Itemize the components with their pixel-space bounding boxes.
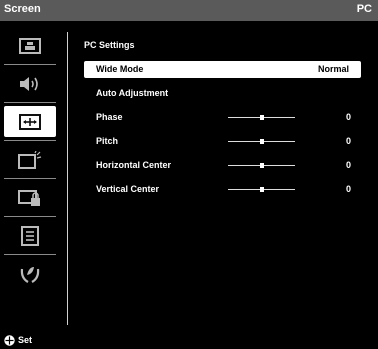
option-label: Horizontal Center (96, 160, 172, 170)
slider-value: 0 (345, 160, 351, 170)
dpad-icon (4, 334, 15, 346)
sidebar-divider (4, 140, 56, 141)
sidebar-item-setup[interactable] (4, 144, 56, 175)
sound-icon (20, 76, 38, 91)
slider-handle[interactable] (260, 163, 264, 168)
setup-icon (18, 150, 42, 169)
sidebar-item-support[interactable] (4, 258, 56, 289)
option-label: Phase (96, 112, 123, 122)
vertical-center-slider[interactable]: Vertical Center 0 (84, 181, 361, 198)
slider-handle[interactable] (260, 139, 264, 144)
option-label: Pitch (96, 136, 119, 146)
divider-line (67, 32, 68, 325)
slider-value: 0 (345, 136, 351, 146)
auto-adjustment-option[interactable]: Auto Adjustment (84, 85, 361, 102)
lock-icon (18, 189, 40, 206)
option-label: Wide Mode (96, 64, 144, 74)
screen-adjust-icon (19, 113, 41, 130)
sidebar-item-options[interactable] (4, 220, 56, 251)
phase-slider[interactable]: Phase 0 (84, 109, 361, 126)
footer-label: Set (18, 335, 33, 345)
footer-hint: Set (4, 333, 32, 347)
option-value: Normal (317, 64, 349, 74)
option-label: Vertical Center (96, 184, 160, 194)
slider-handle[interactable] (260, 115, 264, 120)
sidebar-divider (4, 102, 56, 103)
section-title: PC Settings (84, 40, 135, 50)
slider-track[interactable] (228, 163, 295, 168)
sidebar-item-screen[interactable] (4, 106, 56, 137)
sidebar-divider (4, 178, 56, 179)
picture-icon (19, 37, 41, 54)
slider-track[interactable] (228, 139, 295, 144)
pitch-slider[interactable]: Pitch 0 (84, 133, 361, 150)
sidebar-divider (4, 64, 56, 65)
list-icon (21, 225, 39, 246)
slider-value: 0 (345, 112, 351, 122)
horizontal-center-slider[interactable]: Horizontal Center 0 (84, 157, 361, 174)
wide-mode-option[interactable]: Wide Mode Normal (84, 61, 361, 78)
input-source-label: PC (356, 3, 372, 15)
sidebar-item-lock[interactable] (4, 182, 56, 213)
support-icon (20, 266, 40, 283)
slider-handle[interactable] (260, 187, 264, 192)
sidebar-item-picture[interactable] (4, 30, 56, 61)
menu-title: Screen (4, 3, 41, 15)
slider-value: 0 (345, 184, 351, 194)
sidebar-item-sound[interactable] (4, 68, 56, 99)
sidebar-divider (4, 254, 56, 255)
slider-track[interactable] (228, 115, 295, 120)
option-label: Auto Adjustment (96, 88, 169, 98)
slider-track[interactable] (228, 187, 295, 192)
sidebar-divider (4, 216, 56, 217)
top-bar: Screen PC (0, 0, 378, 21)
